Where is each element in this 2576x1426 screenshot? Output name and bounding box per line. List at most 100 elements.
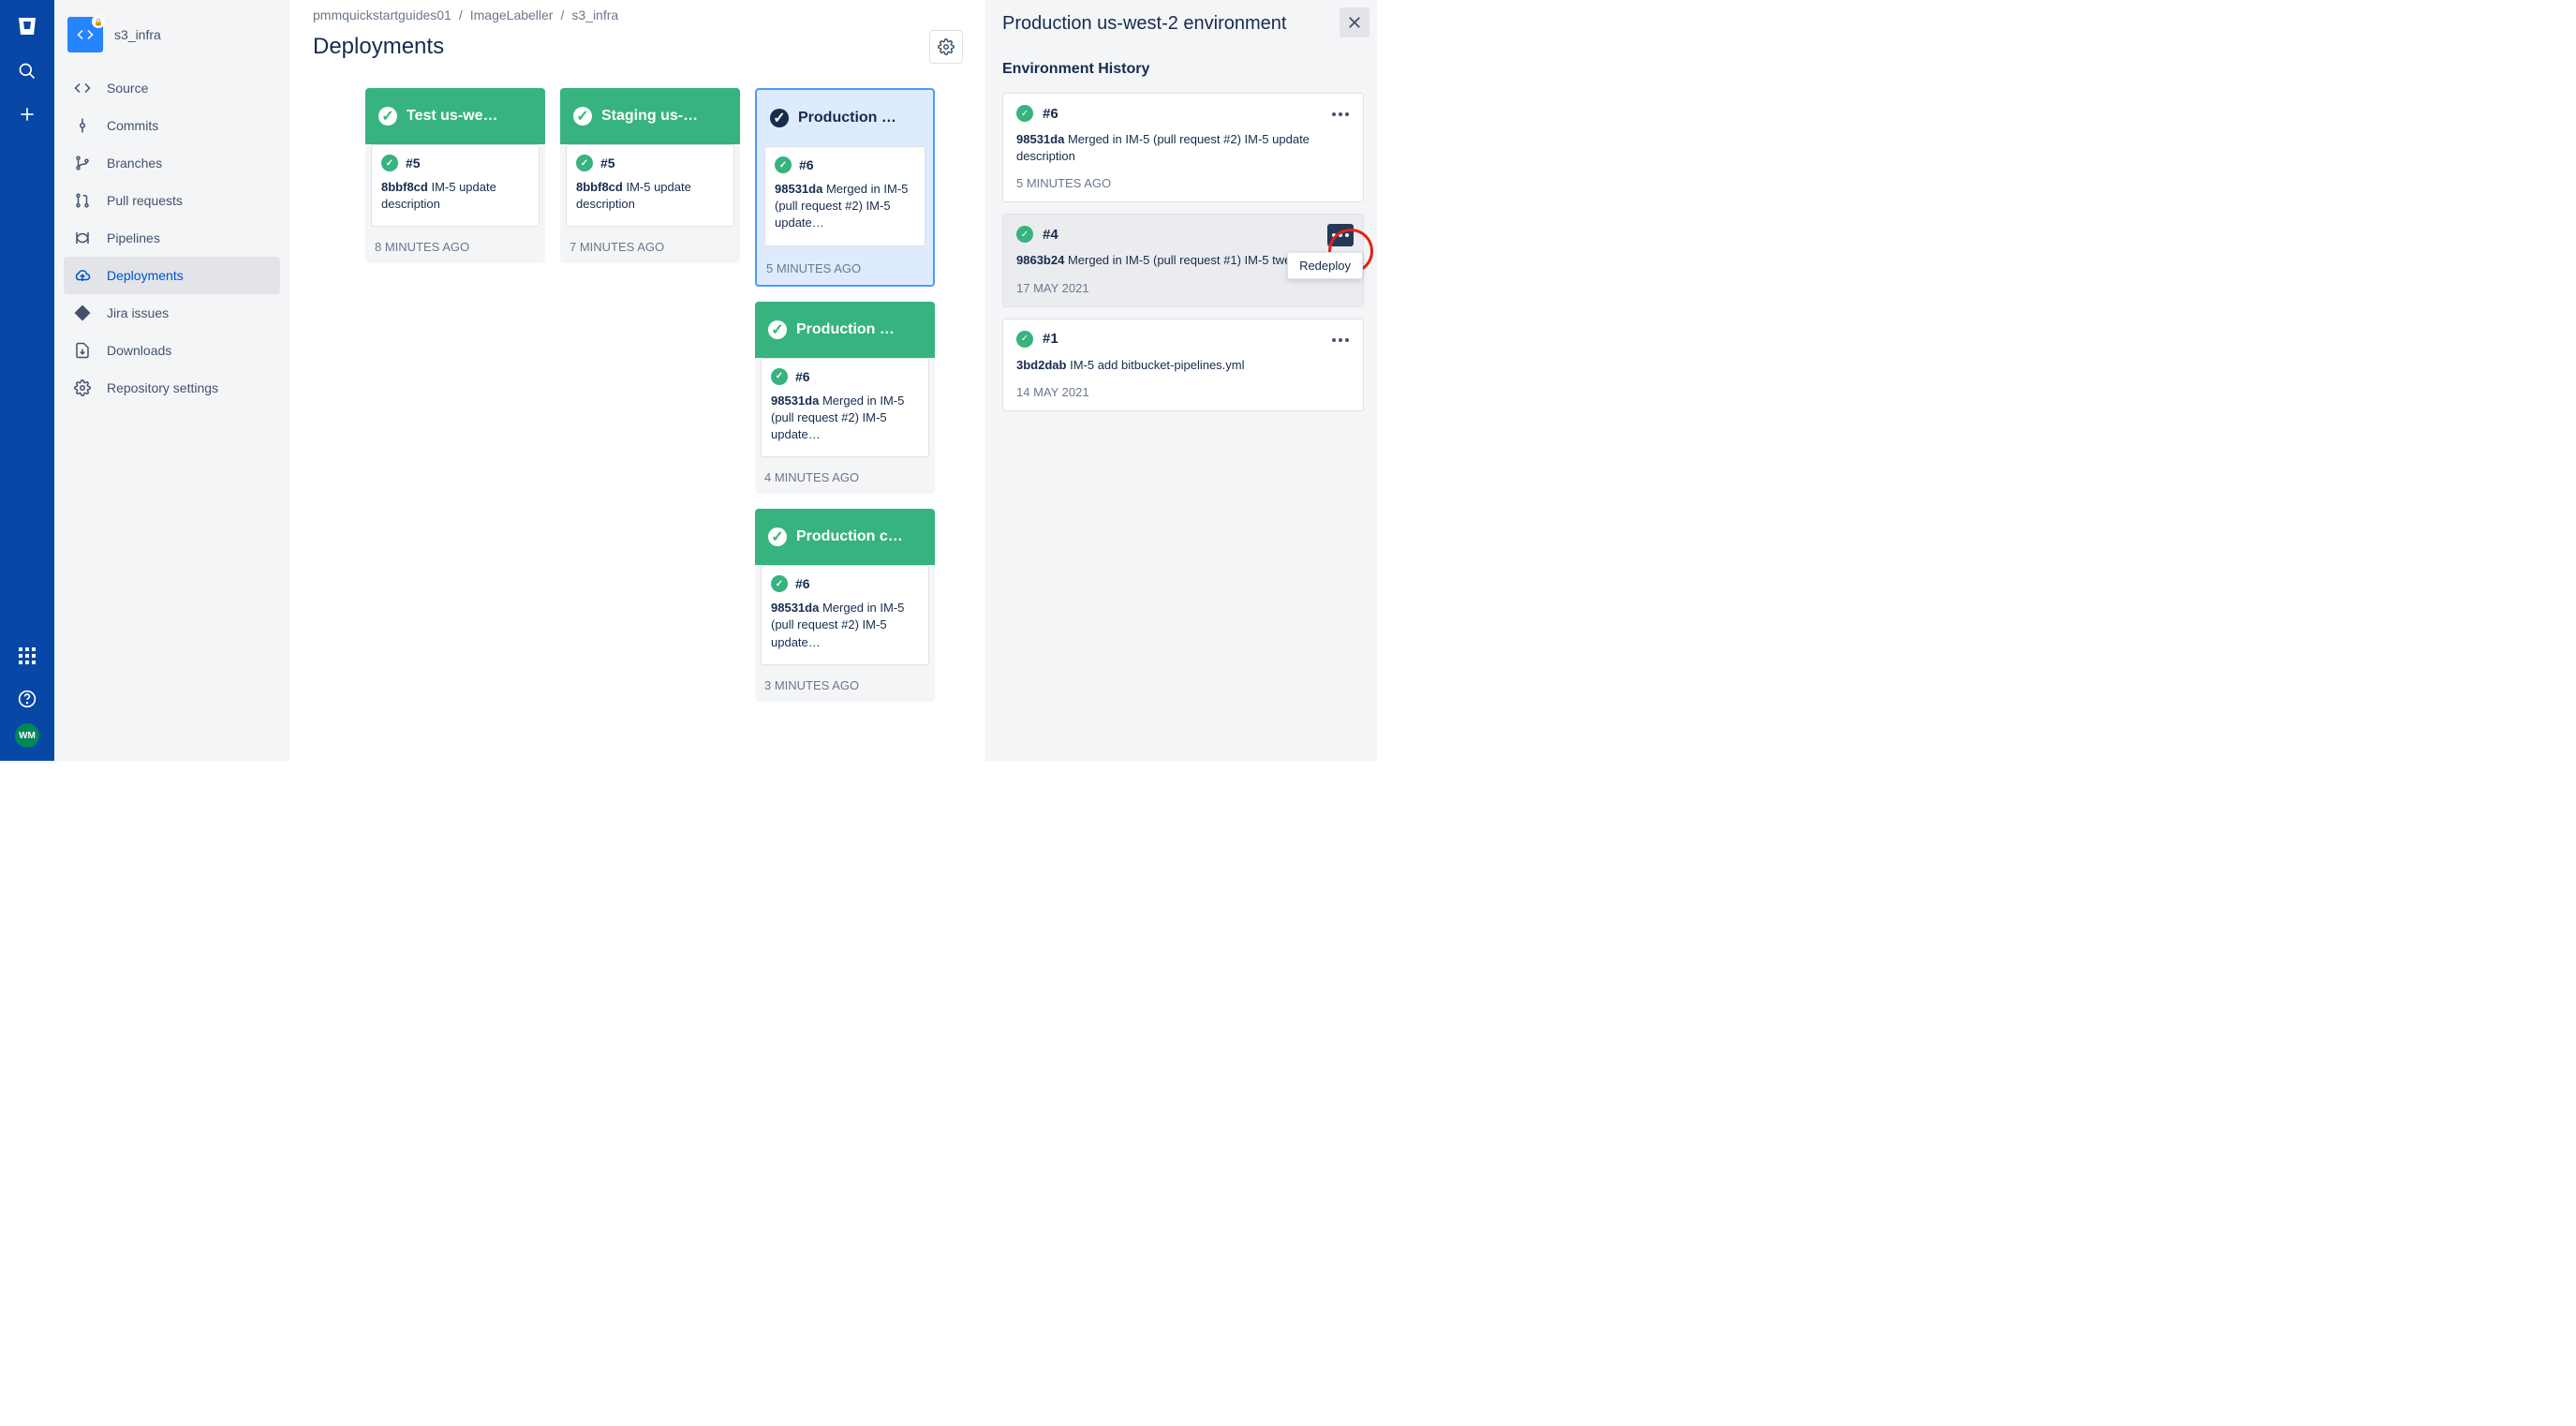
success-icon: ✓ (1016, 331, 1033, 348)
environment-name: Test us-we… (407, 108, 498, 125)
deployment-number: #6 (799, 157, 814, 172)
sidebar-item-label: Pipelines (107, 230, 160, 245)
repo-name: s3_infra (114, 27, 161, 42)
sidebar-item-label: Deployments (107, 268, 184, 283)
deployment-columns: ✓Test us-we… ✓#5 8bbf8cd IM-5 update des… (313, 88, 963, 702)
success-icon: ✓ (381, 155, 398, 171)
create-icon[interactable] (8, 96, 46, 133)
deployment-time: 3 MINUTES AGO (755, 669, 935, 702)
commit-icon (73, 117, 92, 134)
history-card[interactable]: ✓ #1 3bd2dab IM-5 add bitbucket-pipelines… (1002, 319, 1364, 411)
main-content: pmmquickstartguides01/ ImageLabeller/ s3… (290, 0, 985, 761)
environment-card[interactable]: ✓Test us-we… ✓#5 8bbf8cd IM-5 update des… (365, 88, 545, 263)
settings-button[interactable] (929, 30, 963, 64)
environment-name: Production c… (796, 528, 903, 545)
sidebar-item-label: Branches (107, 156, 162, 171)
sidebar-item-label: Repository settings (107, 380, 218, 395)
jira-icon (73, 305, 92, 321)
pullrequest-icon (73, 192, 92, 209)
deployment-number: #6 (795, 576, 810, 591)
kebab-icon (1332, 233, 1349, 237)
deployment-time: 4 MINUTES AGO (755, 461, 935, 494)
success-icon: ✓ (768, 527, 787, 546)
cloud-upload-icon (73, 267, 92, 284)
sidebar-item-deployments[interactable]: Deployments (64, 257, 280, 294)
search-icon[interactable] (8, 52, 46, 90)
success-icon: ✓ (378, 107, 397, 126)
sidebar-item-pullrequests[interactable]: Pull requests (64, 182, 280, 219)
sidebar-item-downloads[interactable]: Downloads (64, 332, 280, 369)
redeploy-tooltip: Redeploy (1287, 252, 1363, 279)
sidebar-item-pipelines[interactable]: Pipelines (64, 219, 280, 257)
environment-name: Production … (798, 110, 896, 126)
environment-detail-panel: Production us-west-2 environment Environ… (985, 0, 1377, 761)
breadcrumb: pmmquickstartguides01/ ImageLabeller/ s3… (313, 7, 963, 22)
commit-message: IM-5 add bitbucket-pipelines.yml (1070, 358, 1244, 372)
sidebar-item-settings[interactable]: Repository settings (64, 369, 280, 407)
apps-icon[interactable] (8, 637, 46, 675)
success-icon: ✓ (573, 107, 592, 126)
sidebar-item-label: Source (107, 81, 148, 96)
sidebar-item-label: Pull requests (107, 193, 183, 208)
history-card[interactable]: ✓#6 98531da Merged in IM-5 (pull request… (1002, 93, 1364, 202)
deployment-number: #5 (406, 156, 421, 171)
deployment-time: 7 MINUTES AGO (560, 230, 740, 263)
success-icon: ✓ (771, 575, 788, 592)
deployment-number: #5 (600, 156, 615, 171)
repo-icon: 🔒 (67, 17, 103, 52)
repo-header[interactable]: 🔒 s3_infra (64, 17, 280, 52)
environment-card-selected[interactable]: ✓Production … ✓#6 98531da Merged in IM-5… (755, 88, 935, 287)
download-icon (73, 342, 92, 359)
success-icon: ✓ (1016, 105, 1033, 122)
commit-hash: 8bbf8cd (381, 180, 428, 194)
close-icon (1346, 14, 1363, 31)
global-nav: WM (0, 0, 54, 761)
breadcrumb-link[interactable]: pmmquickstartguides01 (313, 7, 452, 22)
panel-subtitle: Environment History (1002, 61, 1364, 78)
commit-hash: 98531da (1016, 132, 1064, 146)
repo-sidebar: 🔒 s3_infra Source Commits Branches Pull … (54, 0, 290, 761)
success-icon: ✓ (768, 320, 787, 339)
more-actions-button[interactable] (1327, 224, 1354, 246)
success-icon: ✓ (576, 155, 593, 171)
commit-hash: 3bd2dab (1016, 358, 1066, 372)
more-actions-button[interactable] (1327, 329, 1354, 351)
code-icon (73, 80, 92, 97)
close-button[interactable] (1340, 7, 1369, 37)
environment-card[interactable]: ✓Production c… ✓#6 98531da Merged in IM-… (755, 509, 935, 702)
commit-hash: 98531da (775, 182, 822, 196)
environment-name: Production … (796, 321, 895, 338)
kebab-icon (1332, 112, 1349, 116)
commit-hash: 9863b24 (1016, 253, 1064, 267)
sidebar-item-branches[interactable]: Branches (64, 144, 280, 182)
deployment-time: 17 MAY 2021 (1016, 281, 1350, 295)
breadcrumb-link[interactable]: ImageLabeller (470, 7, 554, 22)
panel-title: Production us-west-2 environment (1002, 13, 1364, 35)
deployment-number: #6 (1043, 106, 1059, 122)
sidebar-item-jira[interactable]: Jira issues (64, 294, 280, 332)
success-icon: ✓ (1016, 226, 1033, 243)
deployment-number: #1 (1043, 331, 1059, 347)
more-actions-button[interactable] (1327, 103, 1354, 126)
commit-hash: 8bbf8cd (576, 180, 623, 194)
sidebar-item-label: Jira issues (107, 305, 169, 320)
deployment-time: 5 MINUTES AGO (757, 252, 933, 285)
deployment-time: 5 MINUTES AGO (1016, 176, 1350, 190)
deployment-number: #6 (795, 369, 810, 384)
sidebar-item-label: Commits (107, 118, 158, 133)
bitbucket-logo[interactable] (12, 11, 42, 41)
pipelines-icon (73, 230, 92, 246)
sidebar-item-source[interactable]: Source (64, 69, 280, 107)
environment-card[interactable]: ✓Staging us-… ✓#5 8bbf8cd IM-5 update de… (560, 88, 740, 263)
history-card[interactable]: ✓#4 Redeploy 9863b24 Merged in IM-5 (pul… (1002, 214, 1364, 306)
environment-card[interactable]: ✓Production … ✓#6 98531da Merged in IM-5… (755, 302, 935, 495)
help-icon[interactable] (8, 680, 46, 718)
avatar[interactable]: WM (15, 723, 39, 748)
branch-icon (73, 155, 92, 171)
deployment-time: 8 MINUTES AGO (365, 230, 545, 263)
commit-hash: 98531da (771, 601, 819, 615)
sidebar-item-commits[interactable]: Commits (64, 107, 280, 144)
breadcrumb-link[interactable]: s3_infra (571, 7, 618, 22)
page-title: Deployments (313, 34, 444, 60)
lock-icon: 🔒 (92, 15, 105, 28)
